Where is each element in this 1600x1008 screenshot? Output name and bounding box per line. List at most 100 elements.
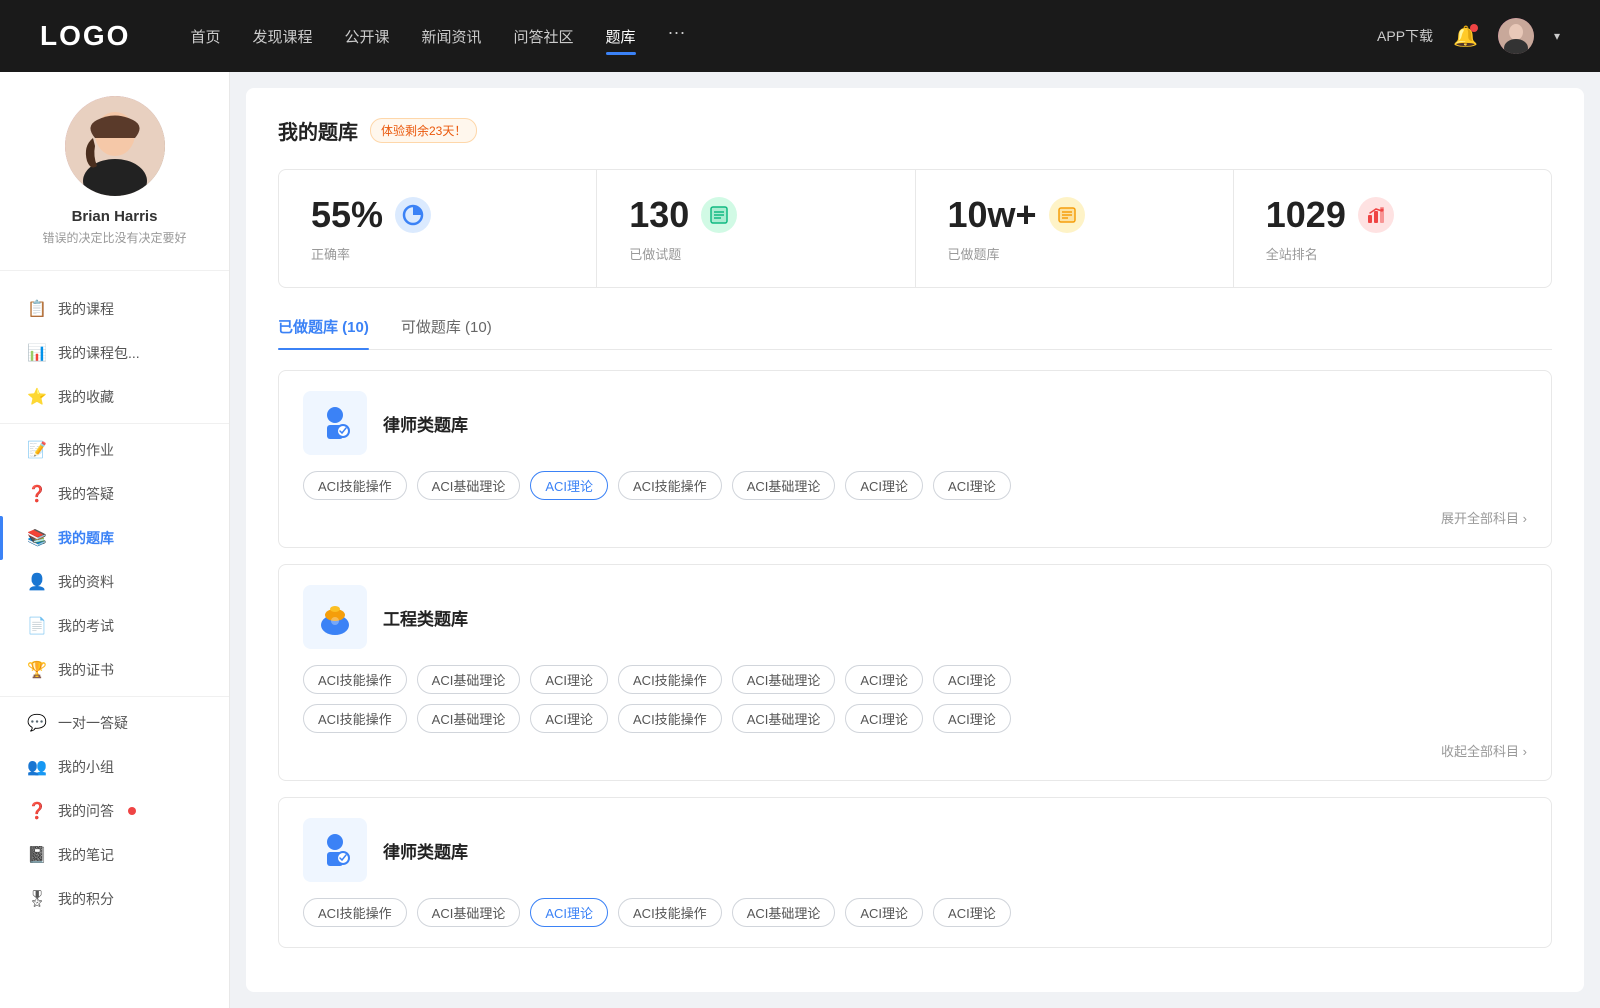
law2-tag-6[interactable]: ACI理论: [933, 898, 1011, 927]
stat-done-banks-top: 10w+: [948, 194, 1201, 236]
stat-done-banks-value: 10w+: [948, 194, 1037, 236]
tag-4[interactable]: ACI基础理论: [732, 471, 836, 500]
sidebar-item-points[interactable]: 🎖 我的积分: [0, 877, 229, 921]
avatar-chevron-icon[interactable]: ▾: [1554, 29, 1560, 43]
eng2-tag-0[interactable]: ACI技能操作: [303, 704, 407, 733]
stat-accuracy-label: 正确率: [311, 244, 564, 263]
qbank-card-engineer: 工程类题库 ACI技能操作 ACI基础理论 ACI理论 ACI技能操作 ACI基…: [278, 564, 1552, 781]
tag-3[interactable]: ACI技能操作: [618, 471, 722, 500]
sidebar-item-profile[interactable]: 👤 我的资料: [0, 560, 229, 604]
trial-badge: 体验剩余23天！: [370, 118, 477, 143]
stat-done-questions-value: 130: [629, 194, 689, 236]
eng-tag-4[interactable]: ACI基础理论: [732, 665, 836, 694]
sidebar-item-homework[interactable]: 📝 我的作业: [0, 428, 229, 472]
tag-1[interactable]: ACI基础理论: [417, 471, 521, 500]
law2-tag-2[interactable]: ACI理论: [530, 898, 608, 927]
tag-2[interactable]: ACI理论: [530, 471, 608, 500]
sidebar-item-course-package[interactable]: 📊 我的课程包...: [0, 331, 229, 375]
eng2-tag-4[interactable]: ACI基础理论: [732, 704, 836, 733]
accuracy-icon: [395, 197, 431, 233]
eng-tag-5[interactable]: ACI理论: [845, 665, 923, 694]
bell-notification-dot: [1470, 24, 1478, 32]
stat-accuracy-top: 55%: [311, 194, 564, 236]
stat-done-banks-label: 已做题库: [948, 244, 1201, 263]
qa-icon: ❓: [28, 485, 46, 503]
tutor-icon: 💬: [28, 714, 46, 732]
sidebar-item-favorites[interactable]: ⭐ 我的收藏: [0, 375, 229, 419]
stat-ranking: 1029 全站排名: [1234, 170, 1551, 287]
nav-news[interactable]: 新闻资讯: [422, 22, 482, 51]
qbank-icon: 📚: [28, 529, 46, 547]
eng-tag-2[interactable]: ACI理论: [530, 665, 608, 694]
tab-available-banks[interactable]: 可做题库 (10): [401, 316, 492, 349]
nav-right: APP下载 🔔 ▾: [1377, 18, 1560, 54]
nav-more[interactable]: ···: [668, 22, 686, 51]
eng2-tag-2[interactable]: ACI理论: [530, 704, 608, 733]
exam-icon: 📄: [28, 617, 46, 635]
lawyer-1-icon: [303, 391, 367, 455]
page-header: 我的题库 体验剩余23天！: [278, 116, 1552, 145]
sidebar-item-certificate[interactable]: 🏆 我的证书: [0, 648, 229, 692]
sidebar-item-qbank[interactable]: 📚 我的题库: [0, 516, 229, 560]
sidebar-item-myqa[interactable]: ❓ 我的问答: [0, 789, 229, 833]
nav-qa[interactable]: 问答社区: [514, 22, 574, 51]
app-download-btn[interactable]: APP下载: [1377, 26, 1433, 46]
myqa-icon: ❓: [28, 802, 46, 820]
law2-tag-1[interactable]: ACI基础理论: [417, 898, 521, 927]
tag-6[interactable]: ACI理论: [933, 471, 1011, 500]
eng2-tag-3[interactable]: ACI技能操作: [618, 704, 722, 733]
stat-done-questions-label: 已做试题: [629, 244, 882, 263]
nav-openclass[interactable]: 公开课: [344, 22, 389, 51]
favorites-icon: ⭐: [28, 388, 46, 406]
eng2-tag-5[interactable]: ACI理论: [845, 704, 923, 733]
tags-row-engineer-2: ACI技能操作 ACI基础理论 ACI理论 ACI技能操作 ACI基础理论 AC…: [303, 704, 1527, 733]
stat-ranking-value: 1029: [1266, 194, 1346, 236]
qbank-title-lawyer-2: 律师类题库: [383, 838, 468, 863]
sidebar-divider-1: [0, 423, 229, 424]
sidebar-item-tutor[interactable]: 💬 一对一答疑: [0, 701, 229, 745]
sidebar-item-qa[interactable]: ❓ 我的答疑: [0, 472, 229, 516]
main-content: 我的题库 体验剩余23天！ 55% 正确率 1: [246, 88, 1584, 992]
nav-discover[interactable]: 发现课程: [252, 22, 312, 51]
done-questions-icon: [701, 197, 737, 233]
law2-tag-4[interactable]: ACI基础理论: [732, 898, 836, 927]
expand-link-lawyer-1[interactable]: 展开全部科目 ›: [303, 508, 1527, 527]
avatar[interactable]: [1498, 18, 1534, 54]
stats-row: 55% 正确率 130: [278, 169, 1552, 288]
stat-done-banks: 10w+ 已做题库: [916, 170, 1234, 287]
eng-tag-0[interactable]: ACI技能操作: [303, 665, 407, 694]
nav-qbank[interactable]: 题库: [606, 22, 636, 51]
tab-done-banks[interactable]: 已做题库 (10): [278, 316, 369, 349]
profile-icon: 👤: [28, 573, 46, 591]
sidebar-menu: 📋 我的课程 📊 我的课程包... ⭐ 我的收藏 📝 我的作业 ❓ 我的答疑 �: [0, 271, 229, 937]
law2-tag-5[interactable]: ACI理论: [845, 898, 923, 927]
sidebar-item-courses[interactable]: 📋 我的课程: [0, 287, 229, 331]
profile-section: Brian Harris 错误的决定比没有决定要好: [0, 96, 229, 271]
sidebar-item-exam[interactable]: 📄 我的考试: [0, 604, 229, 648]
sidebar-divider-2: [0, 696, 229, 697]
collapse-link-engineer[interactable]: 收起全部科目 ›: [303, 741, 1527, 760]
sidebar-item-notes[interactable]: 📓 我的笔记: [0, 833, 229, 877]
homework-icon: 📝: [28, 441, 46, 459]
stat-ranking-label: 全站排名: [1266, 244, 1519, 263]
qbank-title-lawyer-1: 律师类题库: [383, 411, 468, 436]
qbank-header-lawyer-2: 律师类题库: [303, 818, 1527, 882]
eng-tag-6[interactable]: ACI理论: [933, 665, 1011, 694]
stat-accuracy: 55% 正确率: [279, 170, 597, 287]
bell-button[interactable]: 🔔: [1453, 24, 1478, 49]
qbank-header-lawyer-1: 律师类题库: [303, 391, 1527, 455]
eng2-tag-6[interactable]: ACI理论: [933, 704, 1011, 733]
qbank-card-lawyer-1: 律师类题库 ACI技能操作 ACI基础理论 ACI理论 ACI技能操作 ACI基…: [278, 370, 1552, 548]
sidebar-item-group[interactable]: 👥 我的小组: [0, 745, 229, 789]
eng-tag-1[interactable]: ACI基础理论: [417, 665, 521, 694]
tag-0[interactable]: ACI技能操作: [303, 471, 407, 500]
stat-ranking-top: 1029: [1266, 194, 1519, 236]
law2-tag-0[interactable]: ACI技能操作: [303, 898, 407, 927]
eng2-tag-1[interactable]: ACI基础理论: [417, 704, 521, 733]
eng-tag-3[interactable]: ACI技能操作: [618, 665, 722, 694]
lawyer-2-icon: [303, 818, 367, 882]
logo: LOGO: [40, 20, 130, 52]
law2-tag-3[interactable]: ACI技能操作: [618, 898, 722, 927]
nav-home[interactable]: 首页: [190, 22, 220, 51]
tag-5[interactable]: ACI理论: [845, 471, 923, 500]
